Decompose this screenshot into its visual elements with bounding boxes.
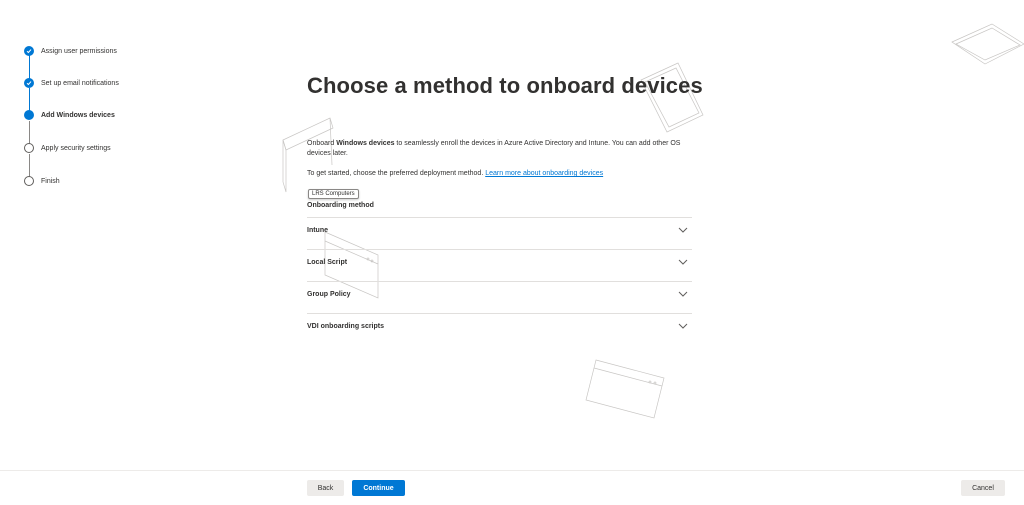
step-set-up-email-notifications: Set up email notifications — [24, 77, 119, 89]
accordion-label: Local Script — [307, 259, 348, 266]
accordion-intune[interactable]: Intune — [307, 217, 692, 249]
accordion-local-script[interactable]: Local Script — [307, 249, 692, 281]
back-button[interactable]: Back — [307, 480, 344, 496]
step-label: Finish — [41, 177, 60, 185]
empty-circle-icon — [24, 143, 34, 153]
accordion-label: VDI onboarding scripts — [307, 323, 385, 330]
description-bold: Windows devices — [336, 140, 395, 147]
step-label: Add Windows devices — [41, 111, 115, 119]
chevron-down-icon — [678, 227, 688, 233]
continue-button[interactable]: Continue — [352, 480, 405, 496]
page-title: Choose a method to onboard devices — [307, 73, 703, 98]
cancel-button[interactable]: Cancel — [961, 480, 1005, 496]
accordion-group-policy[interactable]: Group Policy — [307, 281, 692, 313]
checkmark-circle-icon — [24, 46, 34, 56]
onboarding-method-label: Onboarding method — [307, 202, 374, 209]
step-apply-security-settings: Apply security settings — [24, 142, 111, 154]
step-label: Assign user permissions — [41, 47, 117, 55]
checkmark-circle-icon — [24, 78, 34, 88]
chevron-down-icon — [678, 291, 688, 297]
step-assign-user-permissions: Assign user permissions — [24, 45, 117, 57]
getting-started-label: To get started, choose the preferred dep… — [307, 170, 486, 177]
chevron-down-icon — [678, 259, 688, 265]
step-label: Set up email notifications — [41, 79, 119, 87]
filled-circle-icon — [24, 110, 34, 120]
step-label: Apply security settings — [41, 144, 111, 152]
step-finish: Finish — [24, 175, 60, 187]
getting-started-text: To get started, choose the preferred dep… — [307, 170, 603, 177]
footer-divider — [0, 470, 1024, 471]
tooltip: LRS Computers — [308, 189, 359, 199]
description: Onboard Windows devices to seamlessly en… — [307, 139, 692, 159]
empty-circle-icon — [24, 176, 34, 186]
accordion-label: Intune — [307, 227, 328, 234]
description-pre: Onboard — [307, 140, 337, 147]
accordion-vdi-onboarding-scripts[interactable]: VDI onboarding scripts — [307, 313, 692, 345]
step-add-windows-devices: Add Windows devices — [24, 109, 115, 121]
learn-more-link[interactable]: Learn more about onboarding devices — [485, 170, 603, 177]
chevron-down-icon — [678, 323, 688, 329]
accordion-label: Group Policy — [307, 291, 351, 298]
